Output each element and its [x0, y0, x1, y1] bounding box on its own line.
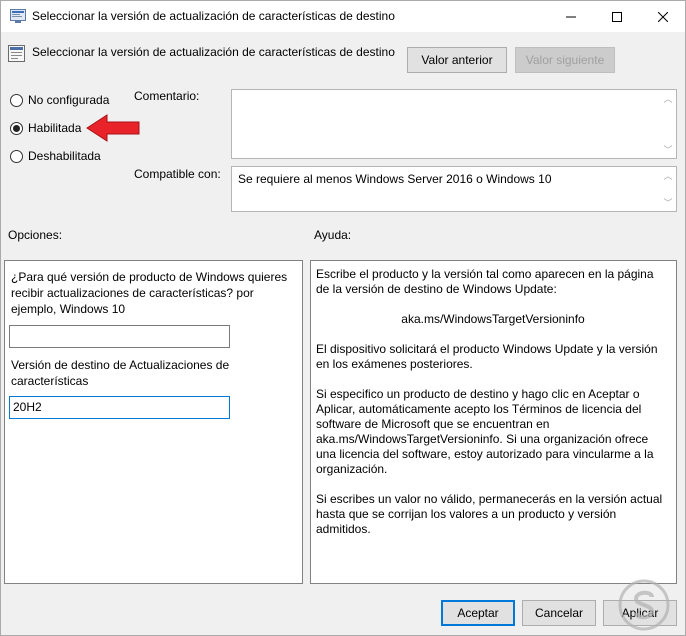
setting-title: Seleccionar la versión de actualización … [32, 45, 395, 59]
ok-button[interactable]: Aceptar [441, 600, 515, 626]
compatible-value: Se requiere al menos Windows Server 2016… [238, 172, 552, 186]
radio-not-configured-label: No configurada [28, 93, 110, 107]
compatible-label: Compatible con: [134, 167, 221, 181]
minimize-button[interactable] [548, 1, 594, 32]
policy-setting-icon [8, 45, 25, 62]
radio-dot [13, 124, 20, 132]
policy-icon [10, 9, 26, 23]
help-paragraph-3: El dispositivo solicitará el producto Wi… [316, 342, 658, 371]
scroll-down-icon: ﹀ [663, 198, 673, 208]
previous-setting-button[interactable]: Valor anterior [407, 47, 507, 73]
watermark-logo-icon [618, 579, 670, 631]
product-input[interactable] [9, 325, 230, 348]
radio-disabled[interactable]: Deshabilitada [10, 148, 101, 164]
target-version-input[interactable]: 20H2 [9, 396, 230, 419]
radio-enabled-label: Habilitada [28, 121, 82, 135]
radio-circle [10, 93, 23, 107]
options-panel: ¿Para qué versión de producto de Windows… [4, 260, 303, 584]
window-title: Seleccionar la versión de actualización … [32, 9, 395, 23]
radio-circle-checked [10, 121, 23, 135]
compatible-box: Se requiere al menos Windows Server 2016… [231, 166, 677, 212]
cancel-button[interactable]: Cancelar [522, 600, 596, 626]
maximize-button[interactable] [594, 1, 640, 32]
help-paragraph-1: Escribe el producto y la versión tal com… [316, 267, 654, 296]
radio-circle [10, 149, 23, 163]
previous-setting-label: Valor anterior [421, 53, 493, 67]
compatible-scrollbar[interactable]: ︿ ﹀ [662, 169, 674, 209]
ok-label: Aceptar [457, 606, 499, 620]
help-link-text: aka.ms/WindowsTargetVersioninfo [401, 312, 585, 326]
help-paragraph-4: Si especifico un producto de destino y h… [316, 387, 654, 476]
comment-label: Comentario: [134, 89, 200, 103]
close-icon [658, 11, 668, 22]
minimize-icon [566, 16, 576, 17]
comment-textarea[interactable]: ︿ ﹀ [231, 89, 677, 159]
policy-dialog-window: Seleccionar la versión de actualización … [0, 0, 686, 636]
help-label: Ayuda: [314, 228, 352, 242]
scroll-down-icon: ﹀ [663, 145, 673, 155]
radio-disabled-label: Deshabilitada [28, 149, 101, 163]
red-arrow-icon [86, 114, 140, 142]
close-button[interactable] [640, 1, 686, 32]
product-question: ¿Para qué versión de producto de Windows… [11, 270, 288, 316]
options-label: Opciones: [8, 228, 63, 242]
next-setting-label: Valor siguiente [525, 53, 605, 67]
help-panel: Escribe el producto y la versión tal com… [310, 260, 677, 584]
comment-scrollbar[interactable]: ︿ ﹀ [662, 92, 674, 156]
radio-not-configured[interactable]: No configurada [10, 92, 109, 108]
scroll-up-icon: ︿ [663, 171, 673, 181]
help-paragraph-5: Si escribes un valor no válido, permanec… [316, 492, 663, 536]
radio-enabled[interactable]: Habilitada [10, 120, 81, 136]
title-bar: Seleccionar la versión de actualización … [1, 1, 685, 32]
target-version-label: Versión de destino de Actualizaciones de… [11, 358, 230, 388]
maximize-icon [612, 11, 622, 22]
next-setting-button[interactable]: Valor siguiente [515, 47, 615, 73]
cancel-label: Cancelar [534, 606, 584, 620]
scroll-up-icon: ︿ [663, 94, 673, 104]
